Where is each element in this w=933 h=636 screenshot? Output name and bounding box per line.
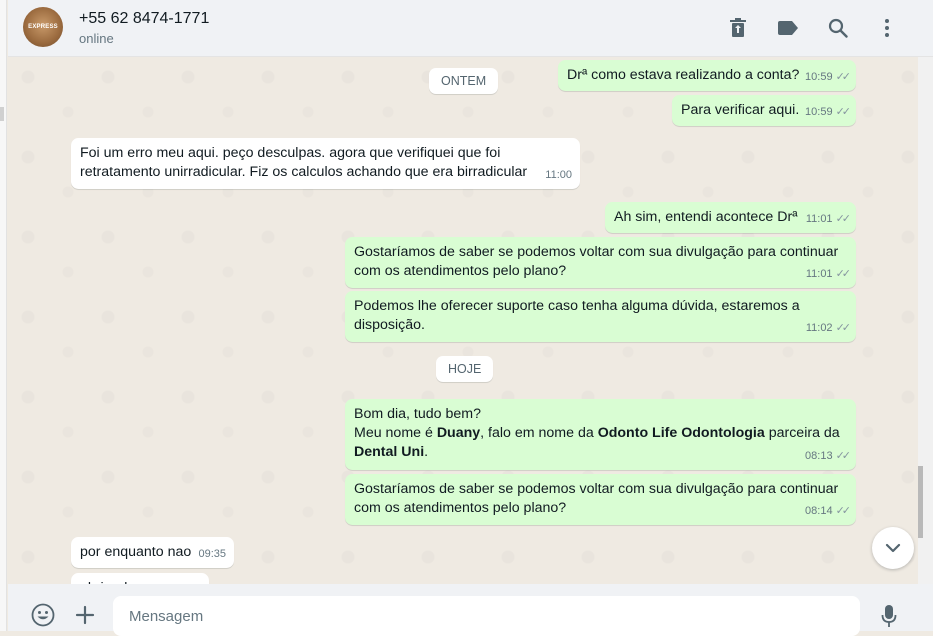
chevron-down-icon bbox=[885, 543, 901, 553]
emoji-button[interactable] bbox=[30, 602, 56, 628]
contact-status: online bbox=[79, 31, 114, 46]
date-separator: HOJE bbox=[436, 356, 494, 382]
message-time: 09:35 bbox=[198, 548, 226, 560]
message-text-line: Foi um erro meu aqui. peço desculpas. ag… bbox=[80, 145, 501, 161]
message-text-line: Gostaríamos de saber se podemos voltar c… bbox=[354, 481, 839, 497]
message-time: 08:13 ✓✓ bbox=[805, 447, 852, 466]
label-icon bbox=[778, 21, 798, 35]
menu-icon bbox=[885, 19, 889, 37]
message-time: 10:59 ✓✓ bbox=[805, 103, 852, 122]
avatar-label: EXPRESS bbox=[28, 24, 58, 30]
message-in[interactable]: Foi um erro meu aqui. peço desculpas. ag… bbox=[71, 138, 580, 189]
message-out[interactable]: Drª como estava realizando a conta? 10:5… bbox=[558, 60, 856, 91]
message-text-line: Dental Uni. bbox=[354, 444, 429, 460]
search-button[interactable] bbox=[825, 15, 851, 41]
read-ticks-icon: ✓✓ bbox=[835, 322, 852, 334]
message-out[interactable]: Para verificar aqui. 10:59 ✓✓ bbox=[672, 95, 856, 126]
message-in[interactable]: obrigada bbox=[71, 573, 209, 584]
read-ticks-icon: ✓✓ bbox=[835, 71, 852, 83]
chat-header: EXPRESS +55 62 8474-1771 online bbox=[8, 0, 933, 57]
avatar[interactable]: EXPRESS bbox=[23, 7, 63, 47]
read-ticks-icon: ✓✓ bbox=[835, 213, 852, 225]
menu-button[interactable] bbox=[874, 15, 900, 41]
left-panel-edge bbox=[0, 0, 7, 631]
message-time: 08:14 ✓✓ bbox=[805, 502, 852, 521]
message-text-line: disposição. bbox=[354, 317, 425, 333]
message-text-line: com os atendimentos pelo plano? bbox=[354, 263, 567, 279]
message-time: 11:02 ✓✓ bbox=[806, 319, 852, 338]
label-button[interactable] bbox=[775, 15, 801, 41]
left-panel-marker bbox=[0, 107, 4, 121]
contact-name[interactable]: +55 62 8474-1771 bbox=[79, 10, 209, 28]
message-input[interactable] bbox=[113, 596, 860, 636]
plus-icon bbox=[75, 605, 95, 625]
trash-icon bbox=[730, 18, 746, 37]
message-text-line: Podemos lhe oferecer suporte caso tenha … bbox=[354, 298, 800, 314]
read-ticks-icon: ✓✓ bbox=[835, 450, 852, 462]
message-time: 11:01 ✓✓ bbox=[806, 210, 852, 229]
message-time: 10:59 ✓✓ bbox=[805, 68, 852, 87]
voice-message-button[interactable] bbox=[876, 602, 902, 630]
emoji-icon bbox=[31, 603, 55, 627]
chat-area[interactable]: ONTEM Drª como estava realizando a conta… bbox=[8, 57, 918, 584]
message-time: 11:00 bbox=[545, 169, 572, 181]
scrollbar-thumb[interactable] bbox=[918, 466, 923, 538]
date-separator: ONTEM bbox=[429, 68, 499, 94]
attach-button[interactable] bbox=[72, 602, 98, 628]
compose-bar bbox=[8, 584, 933, 636]
message-out[interactable]: Gostaríamos de saber se podemos voltar c… bbox=[345, 237, 856, 288]
microphone-icon bbox=[881, 605, 897, 627]
message-time: 11:01 ✓✓ bbox=[806, 265, 852, 284]
message-out[interactable]: Bom dia, tudo bem? Meu nome é Duany, fal… bbox=[345, 399, 856, 470]
message-out[interactable]: Ah sim, entendi acontece Drª 11:01 ✓✓ bbox=[605, 202, 856, 233]
message-in[interactable]: por enquanto nao 09:35 bbox=[71, 537, 234, 568]
message-text-line: Meu nome é Duany, falo em nome da Odonto… bbox=[354, 425, 840, 441]
scroll-to-bottom-button[interactable] bbox=[872, 527, 914, 569]
read-ticks-icon: ✓✓ bbox=[835, 505, 852, 517]
message-text-line: Bom dia, tudo bem? bbox=[354, 406, 481, 422]
search-icon bbox=[828, 18, 848, 38]
message-out[interactable]: Podemos lhe oferecer suporte caso tenha … bbox=[345, 291, 856, 342]
message-out[interactable]: Gostaríamos de saber se podemos voltar c… bbox=[345, 474, 856, 525]
read-ticks-icon: ✓✓ bbox=[835, 106, 852, 118]
delete-button[interactable] bbox=[725, 15, 751, 41]
read-ticks-icon: ✓✓ bbox=[835, 268, 852, 280]
message-text-line: Gostaríamos de saber se podemos voltar c… bbox=[354, 244, 839, 260]
message-text-line: retratamento unirradicular. Fiz os calcu… bbox=[80, 164, 528, 180]
message-text-line: com os atendimentos pelo plano? bbox=[354, 500, 567, 516]
